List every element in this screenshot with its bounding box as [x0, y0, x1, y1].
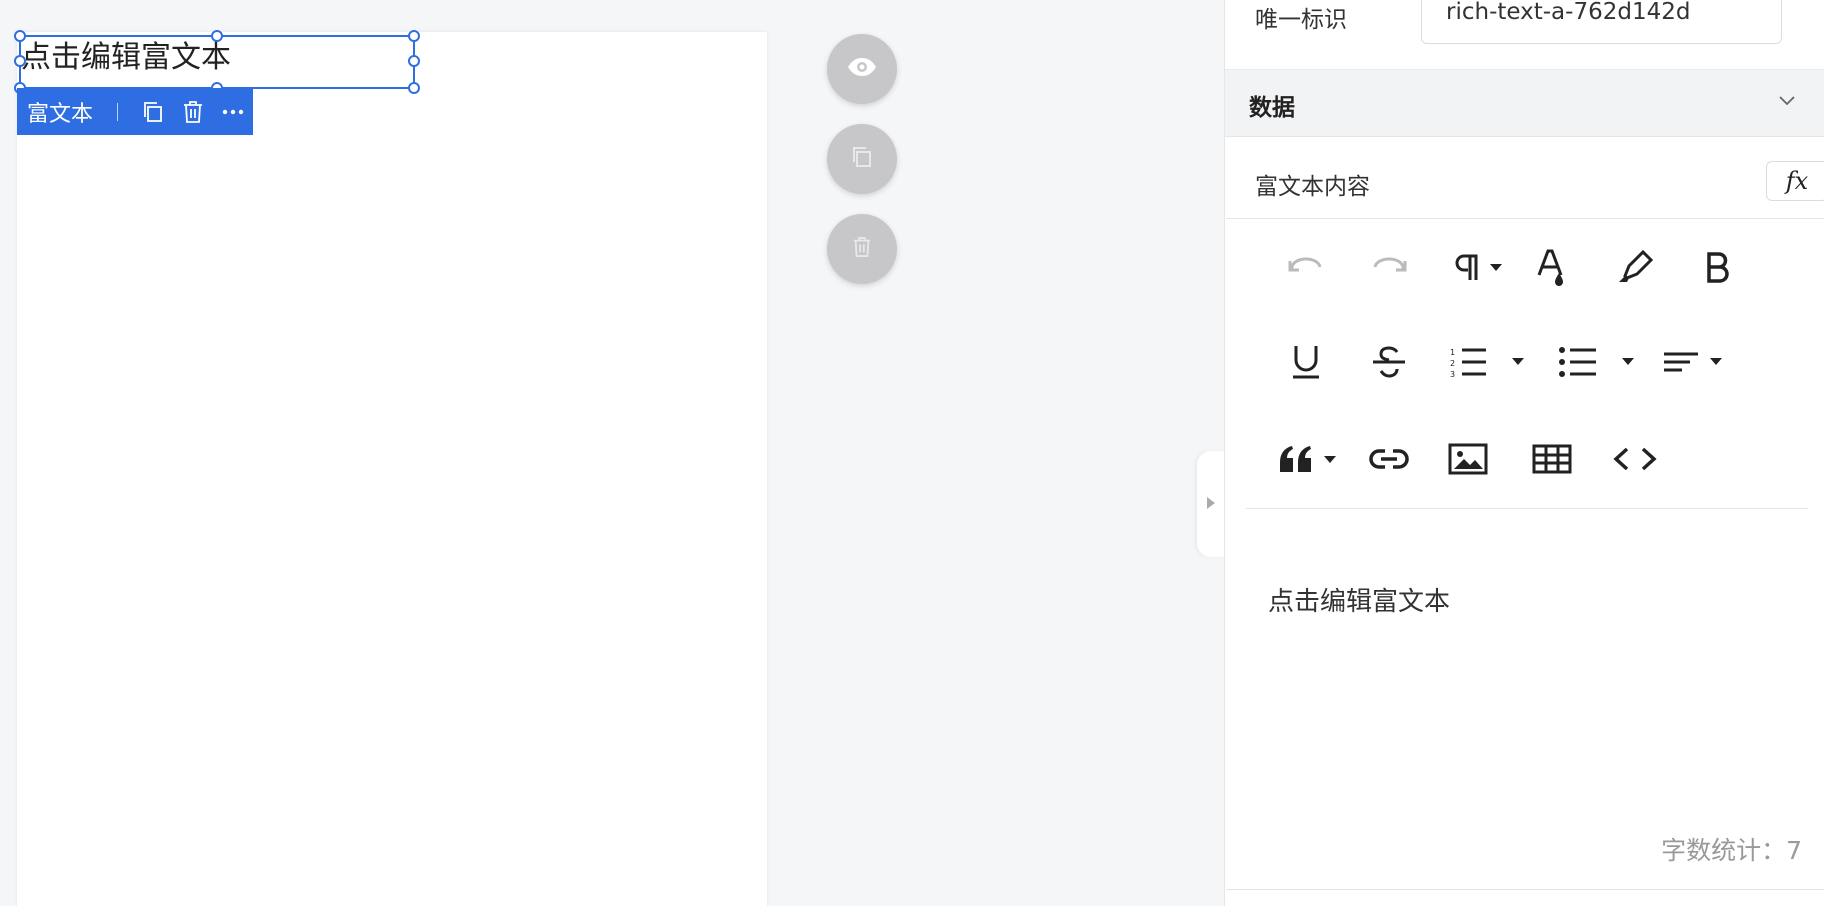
quote-button[interactable] — [1270, 431, 1350, 491]
underline-button[interactable] — [1276, 334, 1336, 394]
redo-button[interactable] — [1359, 239, 1419, 299]
code-icon — [1613, 446, 1657, 476]
table-button[interactable] — [1522, 431, 1582, 491]
link-button[interactable] — [1359, 431, 1419, 491]
strikethrough-button[interactable] — [1359, 334, 1419, 394]
undo-icon — [1286, 255, 1326, 283]
unique-id-row: 唯一标识 rich-text-a-762d142d — [1225, 0, 1824, 70]
strikethrough-icon — [1371, 345, 1407, 383]
chevron-down-icon — [1777, 90, 1797, 114]
unordered-list-button[interactable] — [1548, 334, 1648, 394]
toolbar-separator — [116, 102, 118, 121]
table-icon — [1532, 444, 1572, 478]
font-color-button[interactable] — [1522, 239, 1582, 299]
copy-icon[interactable] — [134, 88, 174, 135]
copy-button[interactable] — [827, 124, 897, 194]
trash-icon — [852, 236, 872, 262]
undo-button[interactable] — [1276, 239, 1336, 299]
font-color-icon — [1535, 247, 1569, 291]
resize-handle-br[interactable] — [408, 82, 420, 94]
svg-text:1: 1 — [1450, 348, 1455, 357]
content-field-row: 富文本内容 fx — [1225, 137, 1824, 217]
resize-handle-tr[interactable] — [408, 30, 420, 42]
component-toolbar: 富文本 — [17, 88, 253, 135]
paragraph-icon — [1450, 252, 1506, 286]
bold-icon — [1705, 251, 1731, 287]
design-canvas[interactable] — [17, 32, 767, 906]
trash-icon[interactable] — [173, 88, 213, 135]
highlight-icon — [1617, 249, 1654, 288]
svg-text:3: 3 — [1450, 370, 1455, 378]
toolbar-divider — [1246, 508, 1808, 509]
editor-content[interactable]: 点击编辑富文本 — [1268, 581, 1450, 618]
copy-icon — [850, 145, 874, 173]
code-button[interactable] — [1605, 431, 1665, 491]
section-title: 数据 — [1249, 95, 1295, 121]
bold-button[interactable] — [1688, 239, 1748, 299]
align-button[interactable] — [1654, 334, 1734, 394]
selection-outline — [19, 35, 415, 89]
panel-collapse-toggle[interactable] — [1197, 451, 1225, 557]
word-count: 字数统计：7 — [1661, 836, 1802, 865]
data-section-header[interactable]: 数据 — [1225, 70, 1824, 137]
redo-icon — [1369, 255, 1409, 283]
svg-text:2: 2 — [1450, 359, 1455, 368]
resize-handle-ml[interactable] — [14, 55, 26, 67]
ordered-list-icon: 1 2 3 — [1448, 346, 1528, 382]
preview-button[interactable] — [827, 34, 897, 104]
image-icon — [1448, 443, 1488, 479]
unordered-list-icon — [1558, 346, 1638, 382]
resize-handle-tl[interactable] — [14, 30, 26, 42]
resize-handle-tm[interactable] — [211, 30, 223, 42]
fx-button[interactable]: fx — [1766, 161, 1824, 201]
align-icon — [1662, 350, 1726, 378]
delete-button[interactable] — [827, 214, 897, 284]
more-icon[interactable] — [213, 88, 253, 135]
rich-text-editor: 1 2 3 点击编辑富文本 字数统计：7 — [1226, 218, 1824, 890]
underline-icon — [1291, 344, 1321, 384]
highlight-button[interactable] — [1605, 239, 1665, 299]
unique-id-input[interactable]: rich-text-a-762d142d — [1421, 0, 1782, 44]
image-button[interactable] — [1438, 431, 1498, 491]
resize-handle-mr[interactable] — [408, 55, 420, 67]
eye-icon — [847, 57, 877, 81]
component-name[interactable]: 富文本 — [17, 96, 117, 128]
link-icon — [1369, 448, 1409, 474]
content-field-label: 富文本内容 — [1255, 174, 1370, 200]
paragraph-button[interactable] — [1438, 239, 1518, 299]
unique-id-label: 唯一标识 — [1255, 7, 1347, 33]
quote-icon — [1278, 444, 1342, 478]
ordered-list-button[interactable]: 1 2 3 — [1438, 334, 1538, 394]
caret-right-icon — [1206, 495, 1216, 514]
